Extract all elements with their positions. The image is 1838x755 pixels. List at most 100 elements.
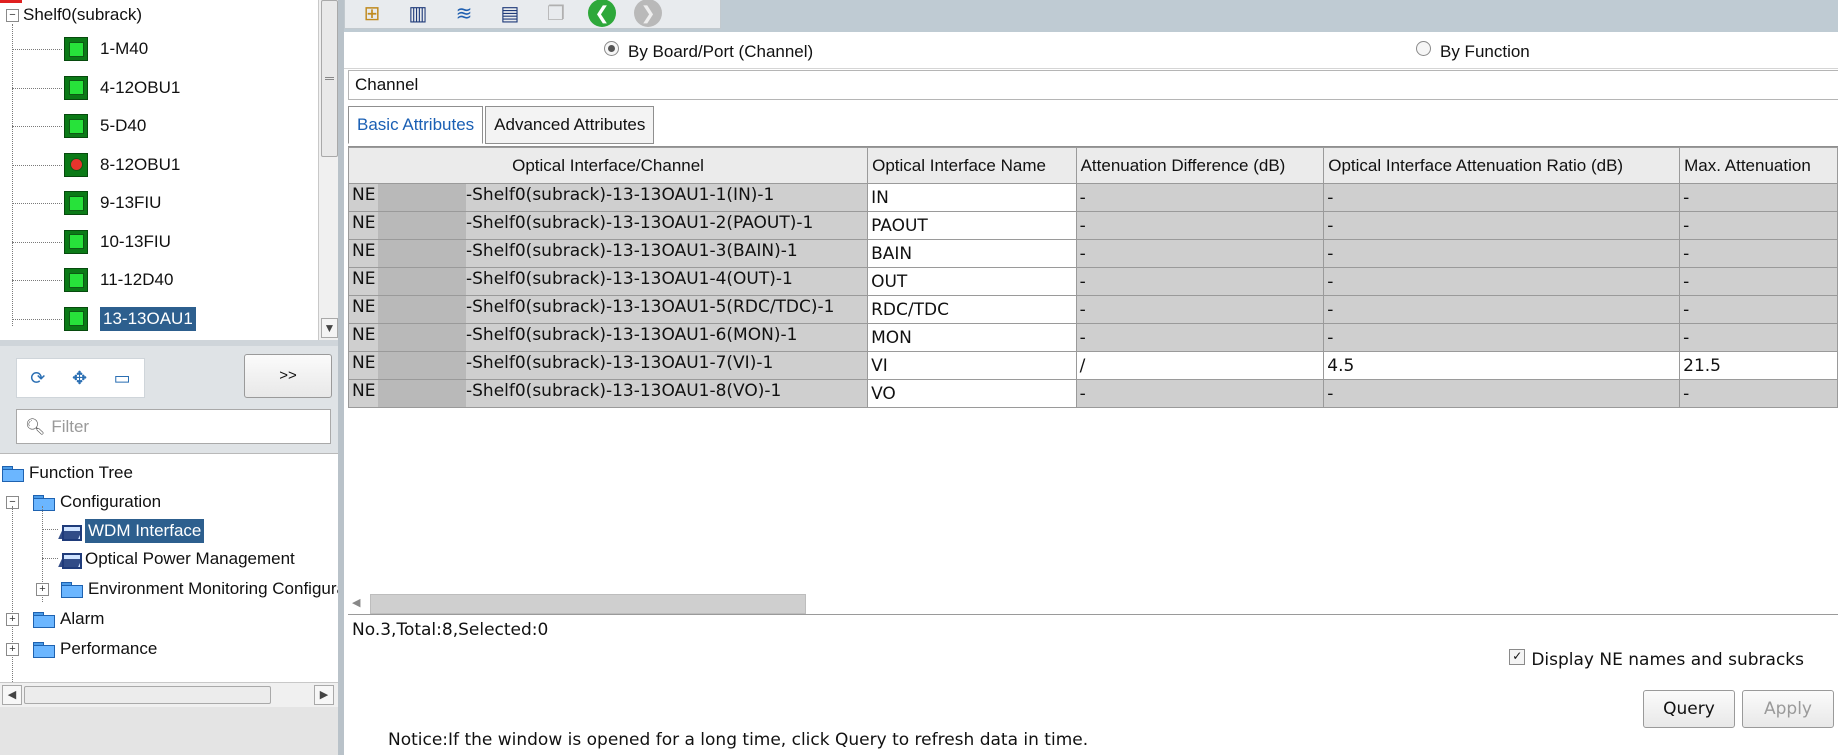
- tree-node-board[interactable]: 13-13OAU1: [64, 304, 196, 334]
- collapse-icon[interactable]: −: [6, 8, 19, 22]
- layers-icon[interactable]: ≋: [443, 0, 485, 26]
- channel-name: -Shelf0(subrack)-13-13OAU1-3(BAIN)-1: [466, 240, 798, 261]
- forward-icon[interactable]: ❯: [627, 0, 669, 27]
- more-button[interactable]: >>: [244, 354, 332, 398]
- cell-attenuation-ratio[interactable]: 4.5: [1323, 351, 1681, 380]
- layout-icon[interactable]: ▥: [397, 0, 439, 26]
- search-icon: 🔍︎: [25, 418, 46, 436]
- scroll-down-arrow-icon[interactable]: ▼: [321, 318, 338, 338]
- cell-interface-name[interactable]: MON: [867, 323, 1077, 352]
- cell-max-attenuation[interactable]: 21.5: [1679, 351, 1838, 380]
- cell-attenuation-difference[interactable]: /: [1075, 351, 1325, 380]
- cell-interface-name[interactable]: IN: [867, 183, 1077, 212]
- tree-node-board[interactable]: 10-13FIU: [64, 227, 171, 257]
- tree-node-board[interactable]: 4-12OBU1: [64, 73, 180, 103]
- tab-basic-attributes[interactable]: Basic Attributes: [348, 106, 484, 144]
- cell-interface-name[interactable]: VI: [867, 351, 1077, 380]
- tree-node-board[interactable]: 5-D40: [64, 111, 146, 141]
- tree-node-environment[interactable]: + Environment Monitoring Configuration: [36, 574, 338, 604]
- cell-interface-name[interactable]: PAOUT: [867, 211, 1077, 240]
- redacted-area: [378, 268, 466, 295]
- table-row[interactable]: NE -Shelf0(subrack)-13-13OAU1-5(RDC/TDC)-…: [348, 295, 1838, 324]
- tree-node-configuration[interactable]: − Configuration: [6, 487, 161, 517]
- book-icon[interactable]: ▤: [489, 0, 531, 26]
- subrack-tree: − Shelf0(subrack) 1-M40 4-12OBU1 5-D40 8-12…: [0, 0, 319, 340]
- table-row[interactable]: NE -Shelf0(subrack)-13-13OAU1-3(BAIN)-1 BA…: [348, 239, 1838, 268]
- scrollbar-thumb[interactable]: [24, 686, 271, 704]
- radio-unselected-icon[interactable]: [1416, 40, 1431, 56]
- expand-icon[interactable]: +: [6, 612, 19, 626]
- tree-node-board[interactable]: 9-13FIU: [64, 188, 161, 218]
- channel-field[interactable]: Channel: [348, 70, 1838, 100]
- expand-icon[interactable]: +: [6, 642, 19, 656]
- expand-icon[interactable]: +: [36, 582, 49, 596]
- function-tree-horizontal-scrollbar[interactable]: ◀ ▶: [0, 682, 338, 707]
- radio-selected-icon[interactable]: [604, 40, 619, 56]
- redacted-area: [378, 324, 466, 351]
- ne-name: NE: [352, 324, 376, 345]
- apply-button[interactable]: Apply: [1742, 690, 1834, 728]
- checkbox-checked-icon[interactable]: ✓: [1509, 649, 1526, 665]
- display-ne-names-checkbox[interactable]: ✓ Display NE names and subracks: [1509, 649, 1804, 670]
- scrollbar-thumb[interactable]: [370, 594, 806, 614]
- radio-by-function[interactable]: By Function: [1416, 40, 1530, 62]
- scroll-left-arrow-icon[interactable]: ◀: [352, 596, 360, 609]
- table-horizontal-scrollbar[interactable]: ◀: [348, 590, 1838, 615]
- cell-channel[interactable]: NE -Shelf0(subrack)-13-13OAU1-6(MON)-1: [348, 323, 869, 352]
- cell-interface-name[interactable]: BAIN: [867, 239, 1077, 268]
- tree-node-board[interactable]: 8-12OBU1: [64, 150, 180, 180]
- collapse-icon[interactable]: ▭: [114, 368, 131, 389]
- radio-by-board[interactable]: By Board/Port (Channel): [604, 40, 813, 62]
- scroll-right-arrow-icon[interactable]: ▶: [314, 685, 334, 705]
- tree-node-performance[interactable]: + Performance: [6, 634, 157, 664]
- table-row[interactable]: NE -Shelf0(subrack)-13-13OAU1-4(OUT)-1 OUT…: [348, 267, 1838, 296]
- column-header[interactable]: Max. Attenuation: [1679, 147, 1838, 184]
- cell-channel[interactable]: NE -Shelf0(subrack)-13-13OAU1-2(PAOUT)-1: [348, 211, 869, 240]
- cell-interface-name[interactable]: OUT: [867, 267, 1077, 296]
- tree-node-board[interactable]: 1-M40: [64, 34, 148, 64]
- column-header[interactable]: Optical Interface/Channel: [348, 147, 869, 184]
- cell-interface-name[interactable]: VO: [867, 379, 1077, 408]
- cell-channel[interactable]: NE -Shelf0(subrack)-13-13OAU1-4(OUT)-1: [348, 267, 869, 296]
- tree-node-alarm[interactable]: + Alarm: [6, 604, 104, 634]
- table-row[interactable]: NE -Shelf0(subrack)-13-13OAU1-6(MON)-1 MON…: [348, 323, 1838, 352]
- filter-input[interactable]: 🔍︎ Filter: [16, 409, 331, 444]
- scroll-left-arrow-icon[interactable]: ◀: [2, 685, 22, 705]
- tree-node-shelf[interactable]: − Shelf0(subrack): [6, 0, 142, 30]
- cell-channel[interactable]: NE -Shelf0(subrack)-13-13OAU1-5(RDC/TDC)-…: [348, 295, 869, 324]
- table-row[interactable]: NE -Shelf0(subrack)-13-13OAU1-7(VI)-1 VI/4…: [348, 351, 1838, 380]
- refresh-icon[interactable]: ⟳: [30, 368, 45, 389]
- function-tree-root[interactable]: Function Tree: [2, 458, 133, 488]
- cell-channel[interactable]: NE -Shelf0(subrack)-13-13OAU1-1(IN)-1: [348, 183, 869, 212]
- query-button[interactable]: Query: [1643, 690, 1735, 728]
- cell-channel[interactable]: NE -Shelf0(subrack)-13-13OAU1-3(BAIN)-1: [348, 239, 869, 268]
- table-row[interactable]: NE -Shelf0(subrack)-13-13OAU1-2(PAOUT)-1 P…: [348, 211, 1838, 240]
- table-row[interactable]: NE -Shelf0(subrack)-13-13OAU1-8(VO)-1 VO - -…: [348, 379, 1838, 408]
- cell-attenuation-difference: -: [1075, 183, 1325, 212]
- scrollbar-thumb[interactable]: [321, 0, 338, 157]
- cell-attenuation-difference: -: [1075, 267, 1325, 296]
- ne-name: NE: [352, 268, 376, 289]
- ne-name: NE: [352, 352, 376, 373]
- tree-node-wdm-interface[interactable]: WDM Interface: [60, 516, 205, 546]
- copy-icon[interactable]: ❐: [535, 0, 577, 26]
- add-icon[interactable]: ⊞: [351, 0, 393, 26]
- tree-node-optical-power[interactable]: Optical Power Management: [60, 544, 295, 574]
- cell-interface-name[interactable]: RDC/TDC: [867, 295, 1077, 324]
- board-status-icon: [64, 37, 88, 61]
- table-row[interactable]: NE -Shelf0(subrack)-13-13OAU1-1(IN)-1 IN - -…: [348, 183, 1838, 212]
- tab-advanced-attributes[interactable]: Advanced Attributes: [485, 106, 655, 144]
- channel-name: -Shelf0(subrack)-13-13OAU1-8(VO)-1: [466, 380, 782, 401]
- cell-channel[interactable]: NE -Shelf0(subrack)-13-13OAU1-8(VO)-1: [348, 379, 869, 408]
- left-panel: − Shelf0(subrack) 1-M40 4-12OBU1 5-D40 8-12…: [0, 0, 340, 755]
- ne-name: NE: [352, 240, 376, 261]
- expand-icon[interactable]: ✥: [72, 368, 87, 389]
- column-header[interactable]: Attenuation Difference (dB): [1075, 147, 1325, 184]
- tree-node-board[interactable]: 11-12D40: [64, 265, 173, 295]
- column-header[interactable]: Optical Interface Name: [867, 147, 1077, 184]
- tree-vertical-scrollbar[interactable]: ▼: [318, 0, 339, 340]
- cell-channel[interactable]: NE -Shelf0(subrack)-13-13OAU1-7(VI)-1: [348, 351, 869, 380]
- redacted-area: [378, 184, 466, 211]
- back-icon[interactable]: ❮: [581, 0, 623, 27]
- column-header[interactable]: Optical Interface Attenuation Ratio (dB): [1323, 147, 1681, 184]
